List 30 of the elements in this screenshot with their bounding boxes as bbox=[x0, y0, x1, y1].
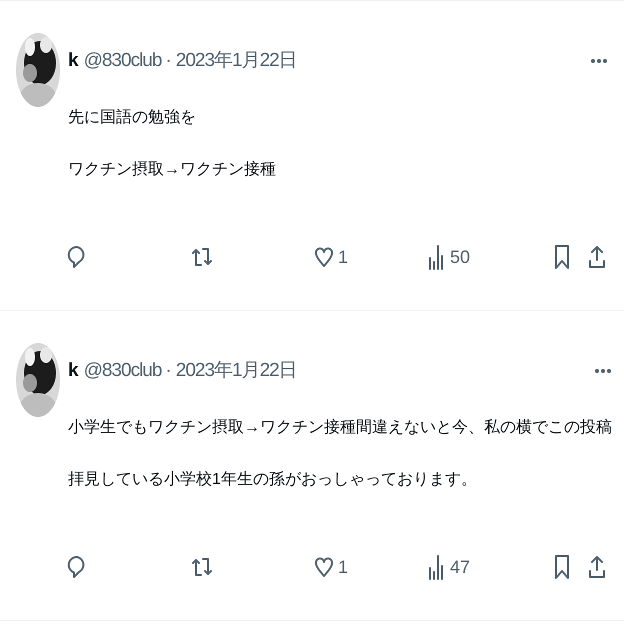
separator-dot: · bbox=[165, 49, 172, 73]
post-text-line: ワクチン摂取→ワクチン接種 bbox=[68, 160, 277, 180]
post-date[interactable]: 2023年1月22日 bbox=[176, 357, 297, 386]
post-date[interactable]: 2023年1月22日 bbox=[176, 47, 297, 76]
bar-chart-icon bbox=[428, 554, 444, 580]
views-button[interactable]: 47 bbox=[428, 554, 470, 580]
heart-icon bbox=[314, 556, 334, 578]
share-icon[interactable] bbox=[588, 244, 606, 270]
views-button[interactable]: 50 bbox=[428, 244, 470, 270]
like-button[interactable]: 1 bbox=[314, 244, 348, 270]
author-handle[interactable]: @830club bbox=[84, 47, 162, 76]
author-handle[interactable]: @830club bbox=[84, 357, 162, 386]
post-text-line: 小学生でもワクチン摂取→ワクチン接種間違えないと今、私の横でこの投稿 bbox=[68, 418, 612, 438]
repost-icon[interactable] bbox=[191, 245, 213, 269]
reply-icon[interactable] bbox=[67, 245, 87, 269]
post-text-line: 先に国語の勉強を bbox=[68, 108, 197, 128]
author-name[interactable]: k bbox=[68, 357, 78, 386]
reply-icon[interactable] bbox=[67, 555, 87, 579]
author-name[interactable]: k bbox=[68, 47, 78, 76]
like-button[interactable]: 1 bbox=[314, 554, 348, 580]
repost-icon[interactable] bbox=[191, 555, 213, 579]
heart-icon bbox=[314, 246, 334, 268]
separator-dot: · bbox=[165, 359, 172, 383]
bar-chart-icon bbox=[428, 244, 444, 270]
share-icon[interactable] bbox=[588, 554, 606, 580]
more-icon[interactable] bbox=[594, 368, 612, 374]
more-icon[interactable] bbox=[590, 58, 608, 64]
bookmark-icon[interactable] bbox=[554, 244, 570, 270]
post-text-line: 拝見している小学校1年生の孫がおっしゃっております。 bbox=[68, 470, 478, 490]
bookmark-icon[interactable] bbox=[554, 554, 570, 580]
